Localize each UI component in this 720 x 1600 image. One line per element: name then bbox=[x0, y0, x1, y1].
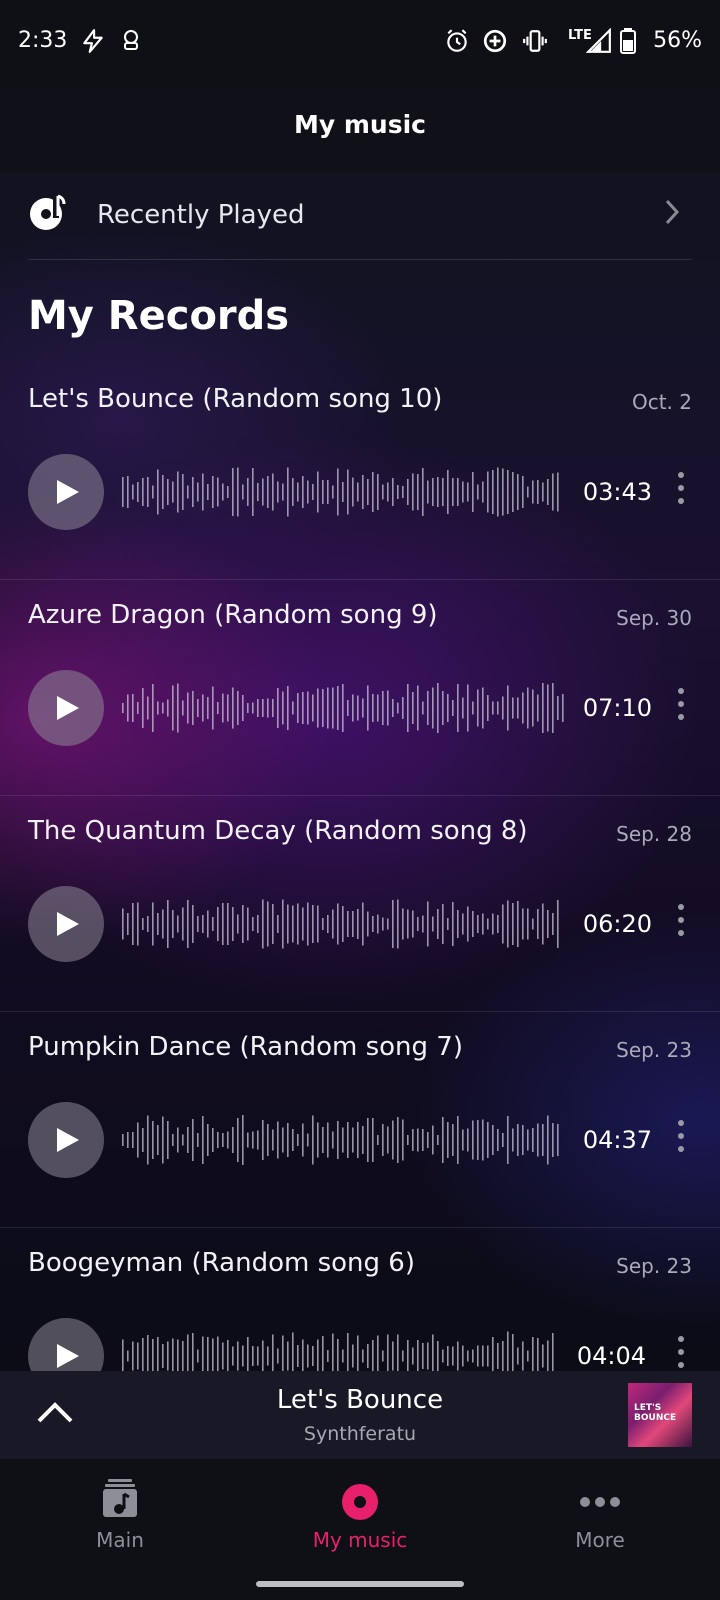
waveform bbox=[122, 1331, 554, 1371]
page-title: My music bbox=[294, 110, 426, 139]
waveform bbox=[122, 1115, 559, 1165]
vibrate-icon bbox=[522, 28, 548, 59]
robot-icon bbox=[120, 28, 142, 57]
nav-my-music[interactable]: My music bbox=[240, 1459, 480, 1569]
more-options-icon[interactable] bbox=[678, 904, 686, 943]
waveform bbox=[122, 467, 559, 517]
app-bar: My music bbox=[0, 88, 720, 172]
record-title: Azure Dragon (Random song 9) bbox=[28, 600, 438, 630]
nav-main[interactable]: Main bbox=[0, 1459, 240, 1569]
waveform bbox=[122, 899, 559, 949]
data-saver-icon bbox=[482, 28, 508, 59]
record-date: Sep. 30 bbox=[616, 606, 692, 630]
play-icon bbox=[57, 1128, 79, 1152]
now-playing-artist: Synthferatu bbox=[303, 1423, 417, 1445]
record-duration: 07:10 bbox=[582, 694, 652, 722]
record-item[interactable]: Let's Bounce (Random song 10) Oct. 2 03:… bbox=[0, 364, 720, 580]
recently-played-icon bbox=[28, 192, 68, 232]
nav-label: More bbox=[575, 1528, 625, 1552]
play-icon bbox=[57, 480, 79, 504]
play-icon bbox=[57, 1344, 79, 1368]
play-button[interactable] bbox=[28, 1318, 104, 1371]
record-item[interactable]: Boogeyman (Random song 6) Sep. 23 04:04 bbox=[0, 1228, 720, 1371]
record-item[interactable]: Azure Dragon (Random song 9) Sep. 30 07:… bbox=[0, 580, 720, 796]
more-options-icon[interactable] bbox=[678, 1336, 686, 1371]
record-item[interactable]: The Quantum Decay (Random song 8) Sep. 2… bbox=[0, 796, 720, 1012]
nav-label: My music bbox=[312, 1528, 408, 1552]
record-title: Pumpkin Dance (Random song 7) bbox=[28, 1032, 463, 1062]
waveform bbox=[122, 683, 564, 733]
play-button[interactable] bbox=[28, 670, 104, 746]
section-title: My Records bbox=[28, 293, 290, 339]
record-item[interactable]: Pumpkin Dance (Random song 7) Sep. 23 04… bbox=[0, 1012, 720, 1228]
status-time: 2:33 bbox=[18, 28, 68, 53]
play-button[interactable] bbox=[28, 886, 104, 962]
divider bbox=[28, 259, 692, 260]
battery-icon bbox=[620, 28, 636, 59]
record-title: Boogeyman (Random song 6) bbox=[28, 1248, 415, 1278]
album-art[interactable]: LET'S BOUNCE bbox=[628, 1383, 692, 1447]
alarm-icon bbox=[444, 28, 470, 59]
more-options-icon[interactable] bbox=[678, 688, 686, 727]
recently-played-row[interactable]: Recently Played bbox=[0, 172, 720, 260]
record-date: Sep. 28 bbox=[616, 822, 692, 846]
mini-player[interactable]: Let's Bounce Synthferatu LET'S BOUNCE bbox=[0, 1371, 720, 1459]
record-title: Let's Bounce (Random song 10) bbox=[28, 384, 443, 414]
record-duration: 06:20 bbox=[582, 910, 652, 938]
nav-label: Main bbox=[96, 1528, 144, 1552]
play-button[interactable] bbox=[28, 454, 104, 530]
play-icon bbox=[57, 912, 79, 936]
signal-icon bbox=[585, 27, 612, 59]
record-duration: 03:43 bbox=[582, 478, 652, 506]
album-art-text: LET'S bbox=[634, 1403, 662, 1413]
record-date: Sep. 23 bbox=[616, 1254, 692, 1278]
status-bar: 2:33 LTE 56% bbox=[0, 0, 720, 88]
nav-more[interactable]: More bbox=[480, 1459, 720, 1569]
record-disc-icon bbox=[341, 1483, 379, 1525]
battery-percent: 56% bbox=[653, 28, 702, 53]
record-duration: 04:37 bbox=[582, 1126, 652, 1154]
home-indicator[interactable] bbox=[256, 1581, 464, 1587]
play-button[interactable] bbox=[28, 1102, 104, 1178]
recently-played-label: Recently Played bbox=[97, 200, 305, 230]
album-art-text: BOUNCE bbox=[634, 1413, 677, 1423]
bolt-icon bbox=[80, 28, 106, 59]
music-library-icon bbox=[102, 1479, 138, 1523]
more-options-icon[interactable] bbox=[678, 472, 686, 511]
record-title: The Quantum Decay (Random song 8) bbox=[28, 816, 528, 846]
now-playing-title: Let's Bounce bbox=[276, 1385, 444, 1415]
record-date: Oct. 2 bbox=[631, 390, 692, 414]
more-options-icon[interactable] bbox=[678, 1120, 686, 1159]
bottom-navigation: Main My music More bbox=[0, 1459, 720, 1600]
chevron-right-icon bbox=[664, 198, 680, 234]
record-duration: 04:04 bbox=[576, 1342, 646, 1370]
play-icon bbox=[57, 696, 79, 720]
record-date: Sep. 23 bbox=[616, 1038, 692, 1062]
more-horizontal-icon bbox=[580, 1493, 620, 1512]
